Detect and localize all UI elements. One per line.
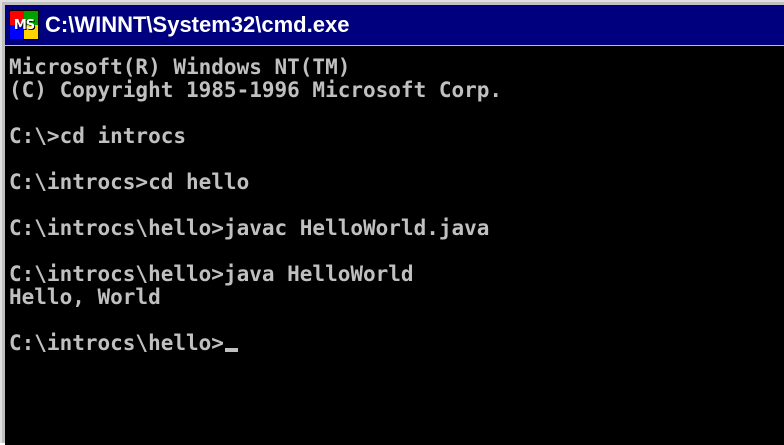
icon-ms-label: MS <box>13 17 35 33</box>
console-line: C:\introcs\hello>java HelloWorld <box>9 262 414 286</box>
console-line: Hello, World <box>9 285 161 309</box>
console-prompt: C:\introcs\hello> <box>9 331 224 355</box>
console-window: MS C:\WINNT\System32\cmd.exe Microsoft(R… <box>0 0 784 445</box>
console-line: C:\introcs\hello>javac HelloWorld.java <box>9 216 490 240</box>
text-cursor <box>224 348 238 352</box>
console-prompt-line[interactable]: C:\introcs\hello> <box>9 332 784 355</box>
console-line: C:\introcs>cd hello <box>9 170 250 194</box>
console-line: Microsoft(R) Windows NT(TM) <box>9 55 351 79</box>
ms-dos-icon[interactable]: MS <box>9 10 39 40</box>
console-line: C:\>cd introcs <box>9 124 187 148</box>
console-line: (C) Copyright 1985-1996 Microsoft Corp. <box>9 78 503 102</box>
window-title: C:\WINNT\System32\cmd.exe <box>45 12 350 37</box>
title-bar[interactable]: MS C:\WINNT\System32\cmd.exe <box>5 5 784 45</box>
console-output[interactable]: Microsoft(R) Windows NT(TM) (C) Copyrigh… <box>5 46 784 445</box>
